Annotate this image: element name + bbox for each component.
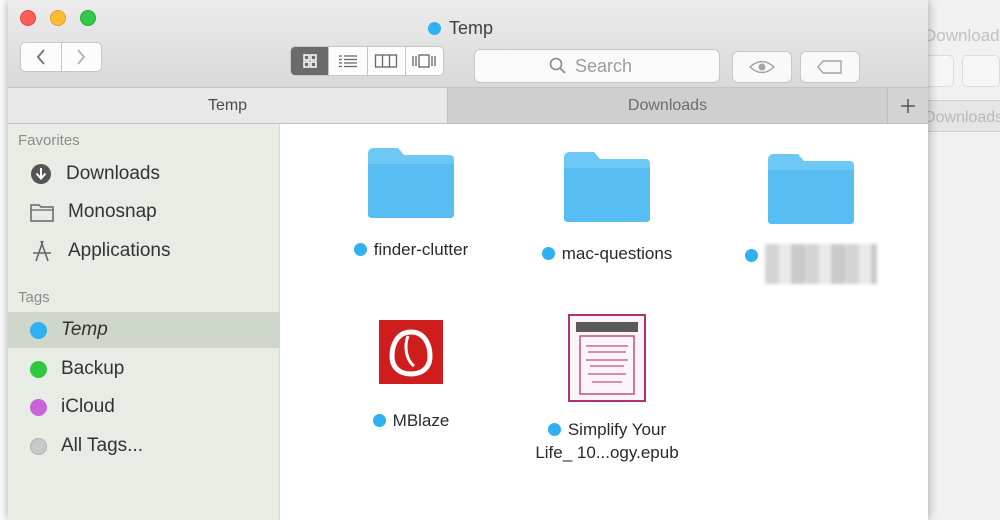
window-title: Temp (428, 16, 493, 40)
sidebar-item-label: Downloads (66, 163, 160, 184)
titlebar: Temp (8, 0, 928, 88)
list-view-icon (338, 55, 357, 68)
tag-dot-icon (30, 398, 47, 416)
back-icon (36, 49, 45, 65)
folder-icon (368, 148, 454, 218)
tags-section-title: Tags (18, 289, 50, 306)
all-tags-icon (30, 437, 47, 455)
background-window-title: Downloads (924, 26, 1000, 45)
epub-book-icon (568, 314, 646, 402)
quick-look-button[interactable] (732, 51, 792, 83)
tab-temp[interactable]: Temp (8, 88, 448, 123)
folder-icon (30, 204, 54, 222)
minimize-window-button[interactable] (50, 10, 66, 26)
tag-dot-icon (372, 414, 386, 427)
file-item[interactable]: MBlaze (321, 320, 501, 432)
folder-icon (564, 152, 650, 222)
navigation-buttons (20, 42, 102, 72)
file-name-text: Simplify Your (567, 420, 667, 439)
cover-flow-button[interactable] (404, 47, 443, 75)
search-icon (549, 57, 566, 74)
mblaze-app-icon (379, 320, 443, 384)
edit-tags-button[interactable] (800, 51, 860, 83)
sidebar-tag-icloud[interactable]: iCloud (8, 389, 280, 425)
file-item[interactable]: Simplify Your Life_ 10...ogy.epub (517, 314, 697, 464)
applications-icon (33, 240, 51, 262)
sidebar-tag-temp[interactable]: Temp (8, 312, 280, 348)
download-icon (31, 164, 51, 184)
tab-downloads[interactable]: Downloads (448, 88, 888, 123)
plus-icon (901, 98, 915, 113)
sidebar-item-applications[interactable]: Applications (8, 233, 280, 269)
tag-dot-icon (428, 21, 441, 35)
file-name-text: mac-questions (561, 244, 673, 263)
file-name: finder-clutter (353, 238, 469, 261)
file-name-text: finder-clutter (373, 240, 469, 259)
icon-view-icon (302, 54, 317, 68)
file-name-text: MBlaze (392, 411, 450, 430)
tag-dot-icon (353, 243, 367, 256)
file-item[interactable] (721, 152, 901, 284)
sidebar-item-label: Temp (61, 319, 108, 340)
tag-icon (817, 60, 842, 74)
sidebar-item-label: Applications (68, 240, 171, 261)
new-tab-button[interactable] (888, 88, 928, 123)
tab-label: Temp (207, 96, 248, 114)
background-tab-label: Downloads (924, 109, 1000, 126)
forward-button[interactable] (60, 43, 102, 71)
file-item[interactable]: finder-clutter (321, 146, 501, 261)
file-name-text: Life_ 10...ogy.epub (535, 443, 679, 462)
tag-dot-icon (541, 247, 555, 260)
file-browser-content: finder-clutter mac-questions MBlaze Simp… (281, 124, 928, 520)
file-name: mac-questions (541, 242, 673, 265)
file-name: MBlaze (372, 409, 450, 432)
tag-dot-icon (30, 360, 47, 378)
search-input[interactable] (575, 55, 645, 77)
icon-view-button[interactable] (291, 47, 329, 75)
sidebar-item-label: All Tags... (61, 435, 144, 456)
zoom-window-button[interactable] (80, 10, 96, 26)
tag-dot-icon (547, 423, 561, 436)
forward-icon (77, 49, 86, 65)
sidebar-item-label: iCloud (61, 396, 115, 417)
sidebar-all-tags[interactable]: All Tags... (8, 428, 280, 464)
tab-label: Downloads (627, 96, 708, 114)
redacted-file-name (765, 244, 877, 284)
file-name: Simplify Your Life_ 10...ogy.epub (535, 418, 678, 464)
file-item[interactable]: mac-questions (517, 150, 697, 265)
cover-flow-icon (412, 54, 437, 68)
eye-icon (749, 60, 775, 74)
favorites-section-title: Favorites (18, 132, 80, 149)
search-field[interactable] (474, 49, 720, 83)
folder-icon (768, 154, 854, 224)
column-view-icon (374, 54, 398, 68)
sidebar-item-downloads[interactable]: Downloads (8, 156, 280, 192)
column-view-button[interactable] (366, 47, 405, 75)
close-window-button[interactable] (20, 10, 36, 26)
window-title-text: Temp (449, 17, 494, 38)
sidebar-item-label: Backup (61, 358, 125, 379)
list-view-button[interactable] (328, 47, 366, 75)
tab-bar: Temp Downloads (8, 88, 928, 124)
tag-dot-icon (30, 321, 47, 339)
sidebar-item-monosnap[interactable]: Monosnap (8, 194, 280, 230)
sidebar: Favorites Downloads Monosnap Application… (8, 124, 280, 520)
sidebar-item-label: Monosnap (68, 201, 157, 222)
view-mode-selector (290, 46, 444, 76)
file-name (745, 244, 877, 284)
background-toolbar-button (962, 55, 1000, 87)
tag-dot-icon (745, 249, 758, 262)
sidebar-tag-backup[interactable]: Backup (8, 351, 280, 387)
finder-window: Temp Search Temp Downloads Favorites Dow… (8, 0, 928, 520)
back-button[interactable] (21, 43, 61, 71)
